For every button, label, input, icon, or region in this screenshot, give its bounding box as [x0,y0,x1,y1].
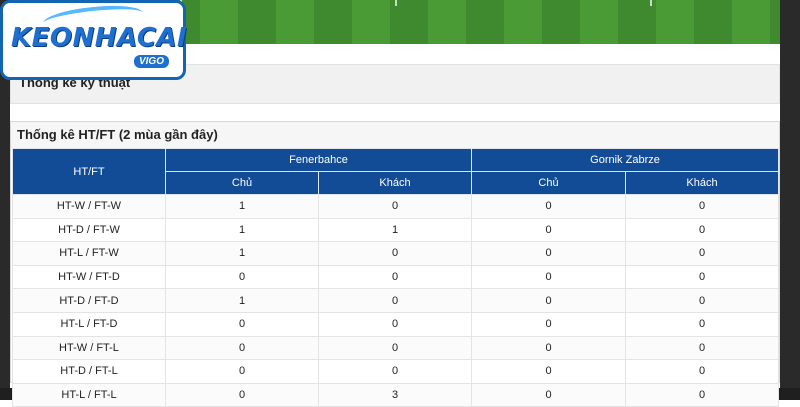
row-label: HT-D / FT-W [12,217,166,243]
cell-value: 0 [624,382,780,407]
logo-subtext: VIGO [133,55,169,68]
cell-value: 0 [318,194,472,219]
cell-value: 0 [165,382,319,407]
cell-value: 0 [471,264,626,290]
cell-value: 0 [318,335,472,361]
team2-away-header: Khách [624,171,780,195]
cell-value: 0 [624,217,780,243]
row-label: HT-D / FT-L [12,359,166,384]
cell-value: 0 [165,335,319,361]
cell-value: 0 [471,359,626,384]
htft-stats-section: Thống kê HT/FT (2 mùa gần đây) HT/FT Fen… [10,121,780,407]
team1-header: Fenerbahce [165,148,472,172]
cell-value: 0 [624,264,780,290]
row-label: HT-W / FT-L [12,335,166,361]
table-row: HT-W / FT-W 1 0 0 0 [12,194,780,219]
cell-value: 0 [318,241,472,266]
page-background-right [780,0,800,400]
table-row: HT-D / FT-D 1 0 0 0 [12,288,780,313]
pitch-line [650,0,652,6]
cell-value: 0 [318,264,472,290]
cell-value: 0 [471,241,626,266]
cell-value: 0 [624,359,780,384]
cell-value: 0 [165,264,319,290]
cell-value: 0 [471,194,626,219]
row-label: HT-L / FT-W [12,241,166,266]
row-label: HT-W / FT-W [12,194,166,219]
cell-value: 1 [165,241,319,266]
htft-column-header: HT/FT [12,148,166,195]
team1-home-header: Chủ [165,171,319,195]
cell-value: 1 [318,217,472,243]
table-row: HT-D / FT-W 1 1 0 0 [12,217,780,243]
htft-table: HT/FT Fenerbahce Gornik Zabrze Chủ Khách… [12,148,780,407]
logo-text: KEONHACAI [11,23,188,53]
table-row: HT-L / FT-D 0 0 0 0 [12,311,780,337]
cell-value: 0 [471,335,626,361]
team2-header: Gornik Zabrze [470,148,780,172]
cell-value: 0 [318,288,472,313]
cell-value: 0 [624,288,780,313]
table-row: HT-L / FT-W 1 0 0 0 [12,241,780,266]
table-row: HT-D / FT-L 0 0 0 0 [12,359,780,384]
cell-value: 0 [624,335,780,361]
cell-value: 0 [624,311,780,337]
row-label: HT-L / FT-D [12,311,166,337]
cell-value: 0 [624,241,780,266]
table-row: HT-L / FT-L 0 3 0 0 [12,382,780,407]
cell-value: 1 [165,288,319,313]
site-logo[interactable]: KEONHACAI VIGO [0,0,188,80]
cell-value: 1 [165,217,319,243]
table-row: HT-W / FT-D 0 0 0 0 [12,264,780,290]
cell-value: 0 [165,311,319,337]
cell-value: 0 [471,382,626,407]
cell-value: 3 [318,382,472,407]
cell-value: 0 [471,288,626,313]
row-label: HT-L / FT-L [12,382,166,407]
cell-value: 0 [471,217,626,243]
cell-value: 0 [318,311,472,337]
cell-value: 0 [471,311,626,337]
cell-value: 0 [624,194,780,219]
team1-away-header: Khách [318,171,472,195]
cell-value: 0 [165,359,319,384]
cell-value: 0 [318,359,472,384]
table-row: HT-W / FT-L 0 0 0 0 [12,335,780,361]
pitch-line [395,0,397,6]
row-label: HT-D / FT-D [12,288,166,313]
htft-section-title: Thống kê HT/FT (2 mùa gần đây) [11,122,779,148]
cell-value: 1 [165,194,319,219]
team2-home-header: Chủ [471,171,626,195]
row-label: HT-W / FT-D [12,264,166,290]
